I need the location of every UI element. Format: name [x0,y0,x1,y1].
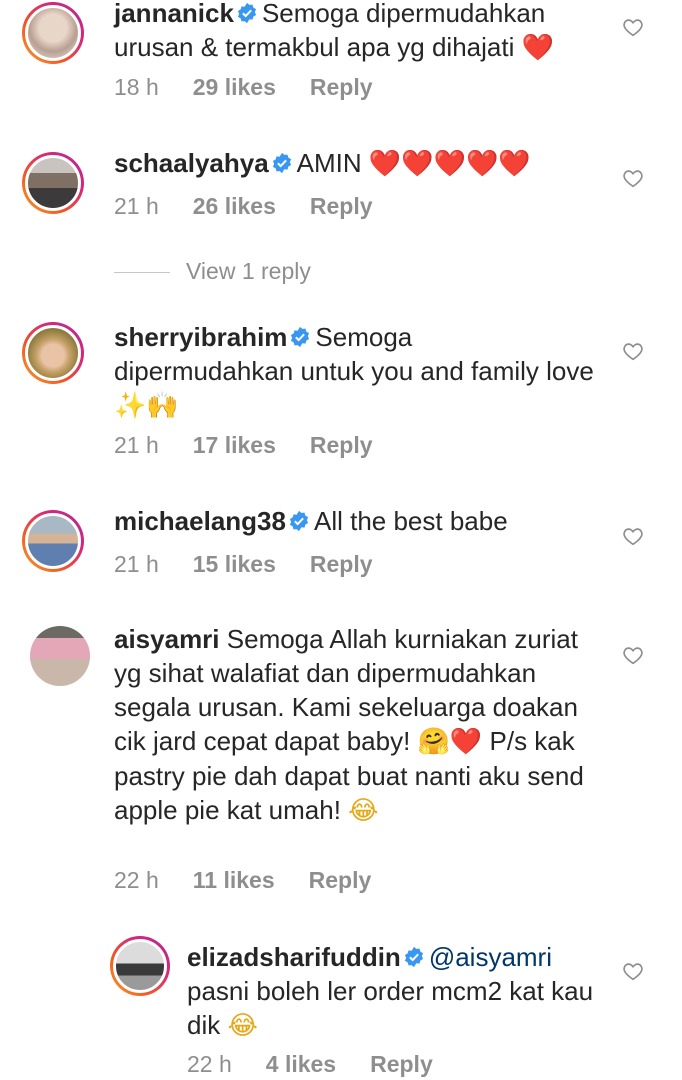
reply-button[interactable]: Reply [310,549,373,579]
timestamp: 21 h [114,551,159,577]
avatar[interactable] [22,2,84,64]
sparkles-emoji: ✨🙌 [114,391,179,421]
heart-outline-icon[interactable] [622,16,644,38]
heart-outline-icon[interactable] [622,960,644,982]
likes-count[interactable]: 26 likes [193,191,276,221]
username[interactable]: sherryibrahim [114,322,287,352]
verified-badge-icon [289,510,309,532]
comment-text: All the best babe [313,506,508,536]
heart-outline-icon[interactable] [622,644,644,666]
heart-outline-icon[interactable] [622,167,644,189]
reply-button[interactable]: Reply [310,430,373,460]
timestamp: 22 h [114,867,159,893]
view-replies-button[interactable]: View 1 reply [114,258,311,284]
view-replies-label: View 1 reply [186,258,311,284]
likes-count[interactable]: 17 likes [193,430,276,460]
avatar[interactable] [30,626,90,686]
comment-body: jannanick Semoga dipermudahkan urusan & t… [114,0,594,65]
replies-divider [114,272,170,274]
timestamp: 21 h [114,432,159,458]
reply-button[interactable]: Reply [370,1049,433,1079]
heart-outline-icon[interactable] [622,525,644,547]
avatar[interactable] [22,510,84,572]
username[interactable]: michaelang38 [114,506,286,536]
comment-meta: 21 h 26 likes Reply [114,191,373,221]
username[interactable]: aisyamri [114,624,220,654]
username[interactable]: schaalyahya [114,148,269,178]
hug-heart-emoji: 🤗❤️ [417,727,483,757]
verified-badge-icon [291,326,310,348]
reply-button[interactable]: Reply [309,865,372,895]
timestamp: 18 h [114,74,159,100]
avatar[interactable] [22,152,84,214]
comment-body: schaalyahya AMIN ❤️❤️❤️❤️❤️ [114,146,594,181]
heart-emoji: ❤️ [521,33,554,63]
username[interactable]: elizadsharifuddin [187,942,401,972]
laughing-emoji: 😂 [227,1011,258,1041]
likes-count[interactable]: 11 likes [193,865,275,895]
comment-meta: 22 h 11 likes Reply [114,865,371,895]
comment-meta: 18 h 29 likes Reply [114,72,373,102]
likes-count[interactable]: 15 likes [193,549,276,579]
verified-badge-icon [272,152,291,174]
username[interactable]: jannanick [114,0,234,28]
comment-meta: 21 h 15 likes Reply [114,549,373,579]
timestamp: 22 h [187,1051,232,1077]
comment-body: aisyamri Semoga Allah kurniakan zuriat y… [114,622,594,828]
comment-text: AMIN [296,148,362,178]
comment-body: michaelang38 All the best babe [114,504,594,538]
likes-count[interactable]: 29 likes [193,72,276,102]
mention-link[interactable]: @aisyamri [429,942,552,972]
heart-outline-icon[interactable] [622,340,644,362]
avatar[interactable] [110,936,170,996]
comment-body: sherryibrahim Semoga dipermudahkan untuk … [114,320,594,423]
reply-button[interactable]: Reply [310,72,373,102]
comment-meta: 22 h 4 likes Reply [187,1049,433,1079]
verified-badge-icon [404,946,423,968]
timestamp: 21 h [114,193,159,219]
laughing-emoji: 😂 [348,796,379,826]
avatar[interactable] [22,322,84,384]
comment-body: elizadsharifuddin @aisyamri pasni boleh l… [187,940,607,1043]
verified-badge-icon [237,2,257,24]
heart-emoji: ❤️❤️❤️❤️❤️ [368,149,531,179]
reply-button[interactable]: Reply [310,191,373,221]
comment-meta: 21 h 17 likes Reply [114,430,373,460]
likes-count[interactable]: 4 likes [266,1049,336,1079]
